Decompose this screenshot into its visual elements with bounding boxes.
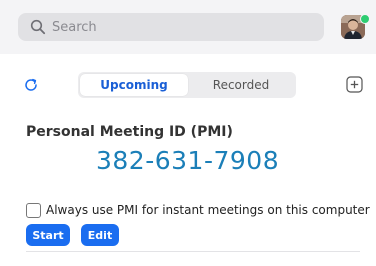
use-pmi-label: Always use PMI for instant meetings on t… [46, 203, 370, 217]
top-bar [0, 0, 376, 54]
add-icon[interactable] [346, 76, 363, 93]
start-button[interactable]: Start [26, 224, 70, 246]
search-box[interactable] [18, 13, 324, 41]
search-input[interactable] [52, 13, 312, 41]
presence-status-dot [360, 14, 370, 24]
edit-button[interactable]: Edit [81, 224, 119, 246]
use-pmi-checkbox[interactable] [26, 202, 41, 218]
meetings-panel: Upcoming Recorded Personal Meeting ID (P… [0, 0, 376, 266]
refresh-icon[interactable] [23, 77, 39, 93]
meetings-toolbar: Upcoming Recorded [0, 71, 376, 99]
divider [26, 251, 360, 252]
search-icon [30, 19, 46, 35]
use-pmi-option[interactable]: Always use PMI for instant meetings on t… [26, 201, 370, 219]
tab-recorded[interactable]: Recorded [188, 74, 294, 96]
pmi-number: 382-631-7908 [96, 146, 280, 175]
tab-upcoming[interactable]: Upcoming [80, 74, 188, 96]
pmi-title: Personal Meeting ID (PMI) [26, 124, 233, 140]
meetings-tab-switcher: Upcoming Recorded [78, 72, 296, 98]
